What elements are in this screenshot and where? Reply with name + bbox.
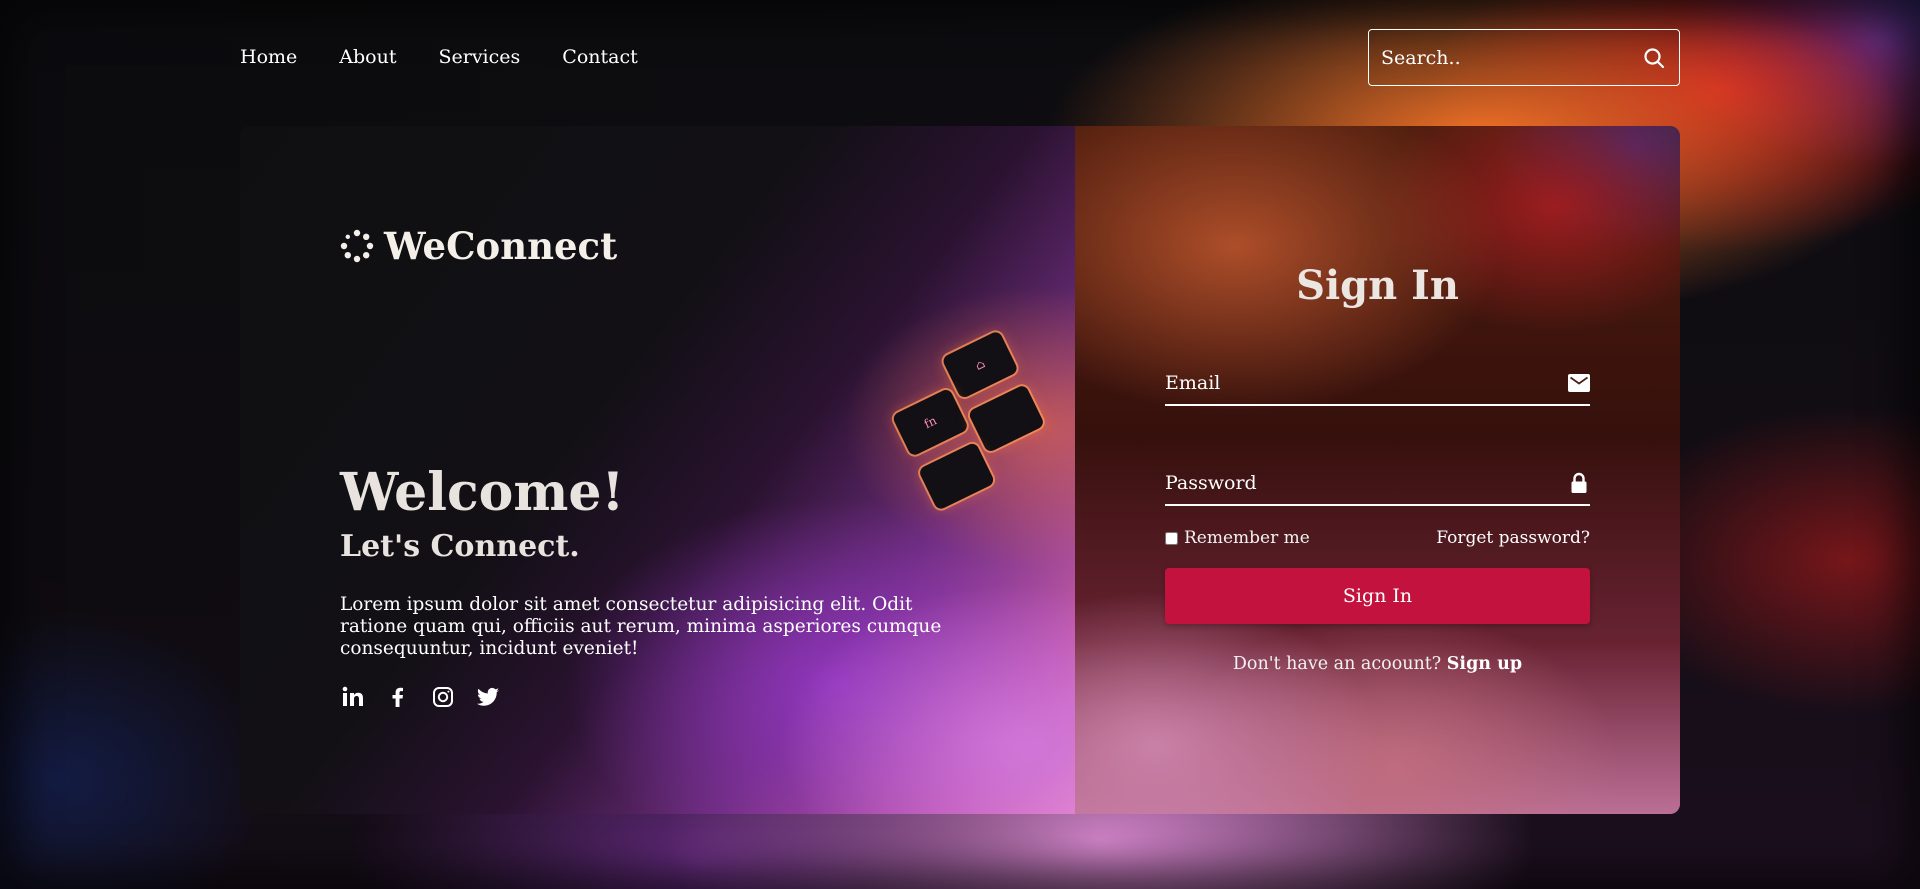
welcome-subtitle: Let's Connect. (340, 529, 580, 564)
password-field (1165, 462, 1590, 506)
signup-prompt-text: Don't have an acoount? (1232, 654, 1442, 674)
signin-panel: Sign In Email Remember me Forget passwor… (1075, 126, 1680, 814)
mail-icon (1568, 372, 1590, 394)
forgot-password-link[interactable]: Forget password? (1436, 528, 1590, 548)
twitter-icon[interactable] (475, 684, 500, 709)
nav-home-link[interactable]: Home (240, 46, 297, 68)
key-shape: ⌂ (941, 329, 1019, 400)
nav-about-link[interactable]: About (339, 46, 396, 68)
password-input[interactable] (1165, 462, 1568, 504)
main-card: ⌂ fn WeConnect Welcome! Let's Connect. L… (240, 126, 1680, 814)
nav-contact-link[interactable]: Contact (562, 46, 637, 68)
key-shape (967, 383, 1046, 454)
signup-prompt: Don't have an acoount? Sign up (1165, 654, 1590, 674)
key-shape: fn (891, 387, 970, 458)
email-field (1165, 362, 1590, 406)
remember-me-checkbox[interactable] (1165, 531, 1178, 545)
lock-icon (1568, 472, 1590, 494)
search-box (1368, 29, 1680, 86)
form-options-row: Remember me Forget password? (1165, 528, 1590, 548)
signin-title: Sign In (1296, 262, 1459, 309)
linkedin-icon[interactable] (340, 684, 365, 709)
social-links (340, 684, 500, 709)
signin-form: Sign In Email Remember me Forget passwor… (1165, 126, 1590, 814)
nav-services-link[interactable]: Services (438, 46, 520, 68)
key-shape (917, 441, 996, 511)
search-icon[interactable] (1641, 45, 1667, 71)
instagram-icon[interactable] (430, 684, 455, 709)
dotted-circle-logo-icon (340, 229, 374, 263)
brand: WeConnect (340, 224, 617, 268)
brand-name: WeConnect (384, 224, 618, 268)
search-input[interactable] (1381, 46, 1641, 69)
signin-button[interactable]: Sign In (1165, 568, 1590, 624)
welcome-panel: ⌂ fn WeConnect Welcome! Let's Connect. L… (240, 126, 1075, 814)
remember-me-label: Remember me (1184, 528, 1310, 548)
welcome-description: Lorem ipsum dolor sit amet consectetur a… (340, 594, 942, 659)
top-nav: Home About Services Contact (240, 46, 638, 68)
facebook-icon[interactable] (385, 684, 410, 709)
signup-link[interactable]: Sign up (1447, 654, 1522, 674)
email-input[interactable] (1165, 362, 1568, 404)
remember-me[interactable]: Remember me (1165, 528, 1310, 548)
welcome-title: Welcome! (340, 462, 625, 523)
